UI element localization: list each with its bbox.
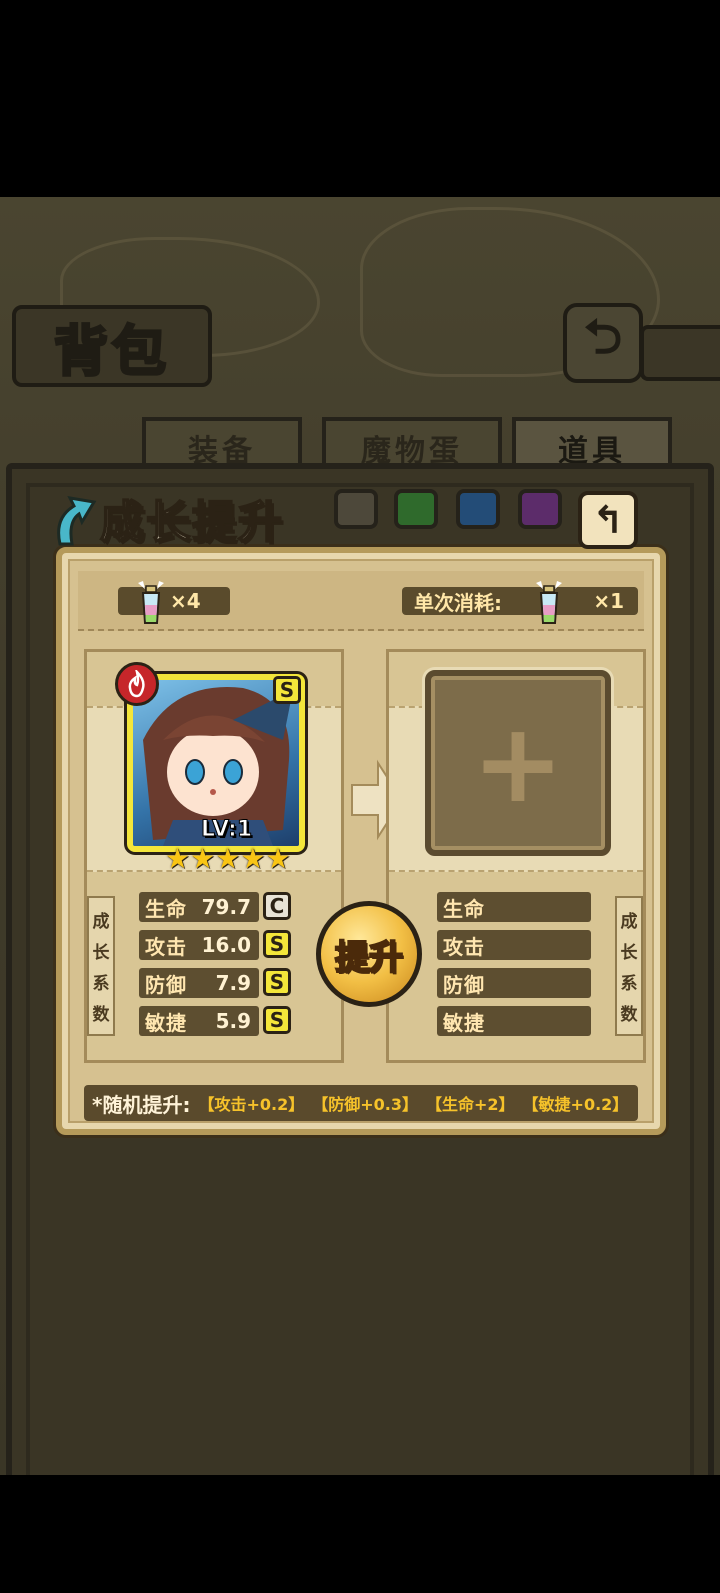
- growth-dialog: ×4 单次消耗: ×1 LV:1 S ★ ★ ★ ★ ★ 成 长 系 数 生命 …: [56, 547, 666, 1135]
- owned-pill: ×4: [118, 587, 230, 615]
- growth-coefficient-label: 成 长 系 数: [87, 896, 115, 1036]
- cost-bar: ×4 单次消耗: ×1: [78, 571, 644, 631]
- stat-name: 生命: [145, 896, 187, 921]
- filter-chip-green[interactable]: [394, 489, 438, 529]
- cost-count: ×1: [593, 589, 624, 613]
- boost-button[interactable]: 提升: [316, 901, 422, 1007]
- stat-name: 生命: [443, 896, 485, 921]
- star-icon: ★: [190, 842, 216, 875]
- grade-text: S: [269, 932, 285, 956]
- stat-value: 79.7: [201, 895, 251, 919]
- filter-chip-gray[interactable]: [334, 489, 378, 529]
- rank-text: S: [279, 678, 295, 702]
- vert-char: 系: [92, 974, 110, 994]
- stat-row-agility: 敏捷 5.9: [139, 1006, 259, 1036]
- stat-value: 5.9: [215, 1009, 251, 1033]
- page-title: 背包: [53, 317, 170, 384]
- grade-text: C: [269, 894, 285, 918]
- filter-chip-blue[interactable]: [456, 489, 500, 529]
- random-item: 【生命+2】: [426, 1095, 515, 1114]
- stat-row-attack: 攻击 16.0: [139, 930, 259, 960]
- vert-char: 数: [620, 1005, 638, 1025]
- growth-arrow-icon: [48, 488, 100, 548]
- stat-value: 16.0: [201, 933, 251, 957]
- rank-badge: S: [273, 676, 301, 704]
- grade-badge: S: [263, 968, 291, 996]
- star-icon: ★: [265, 842, 291, 875]
- dialog-title-text: 成长提升: [99, 496, 284, 549]
- add-material-slot[interactable]: +: [425, 670, 611, 856]
- stat-row-hp: 生命 79.7: [139, 892, 259, 922]
- vert-char: 成: [92, 912, 110, 932]
- grade-text: S: [269, 970, 285, 994]
- random-item: 【攻击+0.2】: [198, 1095, 305, 1114]
- stat-value: 7.9: [215, 971, 251, 995]
- grade-badge: S: [263, 930, 291, 958]
- star-icon: ★: [165, 842, 191, 875]
- boost-button-label: 提升: [334, 937, 404, 979]
- star-icon: ★: [240, 842, 266, 875]
- stat-name: 敏捷: [443, 1010, 485, 1035]
- top-right-strip: [640, 325, 720, 381]
- stat-row-hp: 生命: [437, 892, 591, 922]
- random-boost-bar: *随机提升: 【攻击+0.2】 【防御+0.3】 【生命+2】 【敏捷+0.2】: [84, 1085, 638, 1121]
- dialog-inner: ×4 单次消耗: ×1 LV:1 S ★ ★ ★ ★ ★ 成 长 系 数 生命 …: [68, 559, 654, 1123]
- return-arrow-icon: ⮌: [583, 308, 623, 365]
- stat-name: 敏捷: [145, 1010, 187, 1035]
- growth-coefficient-label: 成 长 系 数: [615, 896, 643, 1036]
- fire-element-icon: [115, 662, 159, 706]
- return-arrow-icon: ↰: [592, 498, 624, 542]
- dialog-title: 成长提升: [48, 485, 284, 551]
- dialog-back-button[interactable]: ↰: [578, 491, 638, 549]
- stat-name: 防御: [145, 972, 187, 997]
- filter-chip-purple[interactable]: [518, 489, 562, 529]
- cost-pill: 单次消耗: ×1: [402, 587, 638, 615]
- owned-count: ×4: [170, 589, 201, 613]
- bag-back-button[interactable]: ⮌: [563, 303, 643, 383]
- potion-icon: [138, 581, 164, 624]
- stat-name: 攻击: [145, 934, 187, 959]
- grade-badge: S: [263, 1006, 291, 1034]
- plus-icon: +: [471, 699, 565, 827]
- bag-title-plate: 背包: [12, 305, 212, 387]
- current-monster-panel: LV:1 S ★ ★ ★ ★ ★ 成 长 系 数 生命 79.7 C 攻击 16…: [84, 649, 344, 1063]
- random-item: 【敏捷+0.2】: [522, 1095, 629, 1114]
- cost-label: 单次消耗:: [414, 590, 502, 615]
- game-area: 背包 ⮌ 装备 魔物蛋 道具 成长提升 ↰ ×4 单次消耗: ×1 LV:1 S…: [0, 197, 720, 1475]
- stat-row-attack: 攻击: [437, 930, 591, 960]
- monster-level: LV:1: [200, 817, 253, 843]
- vert-char: 成: [620, 912, 638, 932]
- random-label: *随机提升:: [92, 1092, 191, 1117]
- material-panel: + 成 长 系 数 生命 攻击 防御 敏捷: [386, 649, 646, 1063]
- stat-name: 防御: [443, 972, 485, 997]
- grade-text: S: [269, 1008, 285, 1032]
- stat-row-agility: 敏捷: [437, 1006, 591, 1036]
- vert-char: 系: [620, 974, 638, 994]
- grade-badge: C: [263, 892, 291, 920]
- star-icon: ★: [215, 842, 241, 875]
- stat-name: 攻击: [443, 934, 485, 959]
- random-item: 【防御+0.3】: [312, 1095, 418, 1114]
- vert-char: 数: [92, 1005, 110, 1025]
- stat-row-defense: 防御 7.9: [139, 968, 259, 998]
- vert-char: 长: [92, 943, 110, 963]
- screen: 背包 ⮌ 装备 魔物蛋 道具 成长提升 ↰ ×4 单次消耗: ×1 LV:1 S…: [0, 0, 720, 1593]
- star-rating: ★ ★ ★ ★ ★: [165, 845, 291, 873]
- stat-row-defense: 防御: [437, 968, 591, 998]
- potion-icon: [536, 581, 562, 624]
- vert-char: 长: [620, 943, 638, 963]
